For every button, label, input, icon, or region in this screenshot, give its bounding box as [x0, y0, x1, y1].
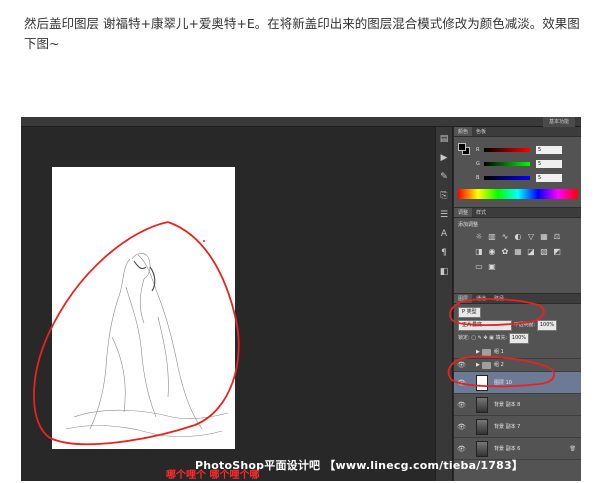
intro-paragraph: 然后盖印图层 谢福特+康翠儿+爱奥特+E。在将新盖印出来的图层混合模式修改为颜色…: [24, 16, 580, 51]
kind-filter-select[interactable]: P 类型: [458, 307, 481, 318]
eye-icon[interactable]: 👁: [457, 423, 466, 431]
gradient-map-icon[interactable]: ▭: [474, 262, 484, 272]
slider-b[interactable]: B 5: [476, 173, 580, 183]
adjustment-icons: ☼ ▥ ∿ ◐ ▽ ▦ ⚖ ◨ ◉ ✿ ▦ ◪ ▧ ◩ ▭ ▣: [474, 232, 564, 272]
opacity-label: 不透明度:: [513, 322, 536, 328]
paragraph-icon[interactable]: ¶: [438, 247, 450, 259]
tab-paths[interactable]: 路径: [490, 294, 508, 303]
layer-row-layer-10[interactable]: 👁 图层 10: [454, 372, 581, 394]
eye-icon[interactable]: 👁: [457, 361, 466, 369]
tab-color[interactable]: 颜色: [454, 127, 473, 136]
layer-thumbnail: [476, 397, 488, 413]
fill-field[interactable]: 100%: [508, 333, 530, 344]
layer-row-group-1[interactable]: ▶ 组 1: [454, 346, 581, 359]
eye-icon[interactable]: 👁: [457, 445, 466, 453]
slider-r[interactable]: R 5: [476, 145, 580, 155]
adjustments-panel: 调整 样式 添加调整 ☼ ▥ ∿ ◐ ▽ ▦ ⚖ ◨ ◉ ✿ ▦ ◪ ▧ ◩ ▭…: [454, 207, 581, 293]
adjust-sliders-icon[interactable]: ☰: [438, 209, 450, 221]
hue-icon[interactable]: ▦: [539, 232, 549, 242]
kind-filter-row: P 类型: [458, 307, 481, 318]
adjustments-title: 添加调整: [458, 222, 479, 228]
folder-icon: [482, 349, 491, 356]
tab-layers[interactable]: 图层: [454, 294, 473, 303]
layer-row-bg-copy-7[interactable]: 👁 背景 副本 7: [454, 416, 581, 438]
curves-icon[interactable]: ∿: [500, 232, 510, 242]
tab-channels[interactable]: 通道: [472, 294, 490, 303]
fg-bg-swatches[interactable]: [458, 143, 470, 155]
history-icon[interactable]: ▤: [438, 133, 450, 145]
actions-icon[interactable]: ▶: [438, 152, 450, 164]
blend-row: 正片叠底 不透明度: 100%: [458, 320, 558, 331]
balance-icon[interactable]: ⚖: [552, 232, 562, 242]
bw-icon[interactable]: ◨: [474, 247, 484, 257]
layer-thumbnail: [476, 419, 488, 435]
lock-icons[interactable]: ▢ ✎ ✥ ▣: [471, 335, 494, 341]
layers-tabs: 图层 通道 路径: [454, 294, 581, 304]
photoshop-screenshot: 基本功能 ▤ ▶ ✎ ⎘ ☰ A ¶ ◧ 颜色 色板 R 5 G 5 B 5 调…: [21, 117, 581, 481]
tab-swatches[interactable]: 色板: [472, 127, 490, 136]
lookup-icon[interactable]: ▦: [513, 247, 523, 257]
expand-arrow-icon[interactable]: ▶: [476, 362, 480, 369]
foreground-color-swatch[interactable]: [458, 143, 466, 151]
layers-panel: 图层 通道 路径 P 类型 正片叠底 不透明度: 100% 锁定: ▢ ✎ ✥ …: [454, 293, 581, 481]
eye-icon[interactable]: 👁: [457, 401, 466, 409]
tab-styles[interactable]: 样式: [472, 208, 490, 217]
channel-mixer-icon[interactable]: ✿: [500, 247, 510, 257]
color-panel: R 5 G 5 B 5: [454, 137, 581, 207]
brightness-icon[interactable]: ☼: [474, 232, 484, 242]
g-value-field[interactable]: 5: [536, 160, 562, 168]
opacity-field[interactable]: 100%: [536, 320, 558, 331]
photo-filter-icon[interactable]: ◉: [487, 247, 497, 257]
workspace-switcher[interactable]: 基本功能: [542, 117, 575, 127]
tab-adjustments[interactable]: 调整: [454, 208, 473, 217]
layer-row-bg-copy-8[interactable]: 👁 背景 副本 8: [454, 394, 581, 416]
visibility-toggle[interactable]: [457, 348, 465, 356]
right-panels: 颜色 色板 R 5 G 5 B 5 调整 样式 添加调整 ☼ ▥ ∿ ◐ ▽ ▦…: [453, 127, 581, 481]
posterize-icon[interactable]: ▧: [539, 247, 549, 257]
layer-list: ▶ 组 1 👁 ▶ 组 2 👁 图层 10 👁 背景 副本 8 👁 背景 副本 …: [454, 346, 581, 460]
slider-g[interactable]: G 5: [476, 159, 580, 169]
color-spectrum[interactable]: [458, 189, 578, 199]
brush-icon[interactable]: ✎: [438, 171, 450, 183]
exposure-icon[interactable]: ◐: [513, 232, 523, 242]
tool-presets-icon[interactable]: ◧: [438, 266, 450, 278]
red-annotation-caption: 哪个哩个 哪个哩个哪: [166, 470, 260, 481]
expand-arrow-icon[interactable]: ▶: [476, 349, 480, 356]
canvas-area[interactable]: [21, 127, 435, 481]
layer-thumbnail: [476, 441, 488, 457]
lock-label: 锁定:: [458, 335, 470, 341]
blend-mode-select[interactable]: 正片叠底: [458, 320, 512, 331]
vibrance-icon[interactable]: ▽: [526, 232, 536, 242]
folder-icon: [482, 362, 491, 369]
document-canvas[interactable]: [52, 167, 235, 449]
layer-row-group-2[interactable]: 👁 ▶ 组 2: [454, 359, 581, 372]
character-icon[interactable]: A: [438, 228, 450, 240]
invert-icon[interactable]: ◪: [526, 247, 536, 257]
clone-icon[interactable]: ⎘: [438, 190, 450, 202]
layer-thumbnail: [476, 375, 488, 391]
options-bar: 基本功能: [21, 117, 581, 127]
levels-icon[interactable]: ▥: [487, 232, 497, 242]
sketch-line-art: [65, 253, 229, 437]
trash-icon[interactable]: 🗑: [570, 446, 576, 452]
tool-strip: ▤ ▶ ✎ ⎘ ☰ A ¶ ◧: [435, 127, 453, 481]
color-panel-tabs: 颜色 色板: [454, 127, 581, 137]
eye-icon[interactable]: 👁: [457, 379, 466, 387]
lock-row: 锁定: ▢ ✎ ✥ ▣ 填充: 100%: [458, 333, 530, 344]
b-value-field[interactable]: 5: [536, 174, 562, 182]
fill-label: 填充:: [495, 335, 508, 341]
selective-color-icon[interactable]: ▣: [487, 262, 497, 272]
threshold-icon[interactable]: ◩: [552, 247, 562, 257]
r-value-field[interactable]: 5: [536, 146, 562, 154]
adjustments-tabs: 调整 样式: [454, 208, 581, 218]
